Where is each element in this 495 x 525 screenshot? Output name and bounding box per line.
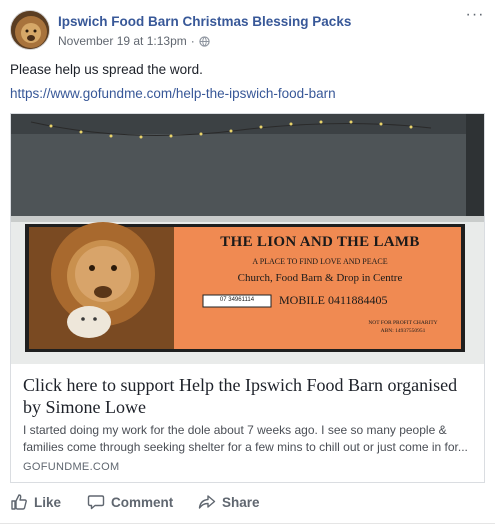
facebook-post: Ipswich Food Barn Christmas Blessing Pac…: [0, 0, 495, 525]
link-preview-card[interactable]: THE LION AND THE LAMB A PLACE TO FIND LO…: [10, 113, 485, 483]
like-button[interactable]: Like: [10, 490, 61, 514]
sign-mobile: MOBILE 0411884405: [279, 293, 388, 307]
sign-charity: NOT FOR PROFIT CHARITY: [368, 320, 438, 326]
card-title[interactable]: Click here to support Help the Ipswich F…: [23, 374, 478, 418]
card-domain: GOFUNDME.COM: [23, 461, 120, 473]
post-message: Please help us spread the word.: [10, 62, 203, 77]
thumbs-up-icon: [11, 494, 27, 510]
share-arrow-icon: [198, 495, 216, 509]
post-actions: Like Comment Share: [0, 490, 495, 515]
page-avatar[interactable]: [10, 10, 50, 50]
like-label: Like: [34, 494, 62, 510]
comment-label: Comment: [111, 494, 174, 510]
post-timestamp[interactable]: November 19 at 1:13pm: [58, 34, 187, 48]
link-preview-image[interactable]: THE LION AND THE LAMB A PLACE TO FIND LO…: [11, 114, 484, 364]
sign-phone: 07 34961114: [219, 297, 255, 303]
sign-tagline: A PLACE TO FIND LOVE AND PEACE: [252, 257, 388, 266]
globe-icon[interactable]: [199, 35, 210, 47]
comment-bubble-icon: [87, 495, 105, 510]
sign-title: THE LION AND THE LAMB: [220, 234, 420, 250]
post-meta: November 19 at 1:13pm ·: [58, 34, 210, 48]
share-label: Share: [222, 494, 260, 510]
sign-line2: Church, Food Barn & Drop in Centre: [237, 272, 403, 284]
post-link[interactable]: https://www.gofundme.com/help-the-ipswic…: [10, 86, 336, 101]
sign-abn: ABN: 14937550951: [380, 328, 426, 334]
divider: [0, 523, 495, 524]
card-description: I started doing my work for the dole abo…: [23, 423, 468, 454]
page-name-link[interactable]: Ipswich Food Barn Christmas Blessing Pac…: [58, 14, 351, 29]
more-options-button[interactable]: ···: [465, 7, 485, 24]
meta-separator: ·: [190, 34, 195, 48]
lion-avatar-icon: [11, 11, 49, 49]
share-button[interactable]: Share: [198, 490, 260, 514]
comment-button[interactable]: Comment: [87, 490, 173, 514]
post-header: Ipswich Food Barn Christmas Blessing Pac…: [10, 7, 485, 50]
